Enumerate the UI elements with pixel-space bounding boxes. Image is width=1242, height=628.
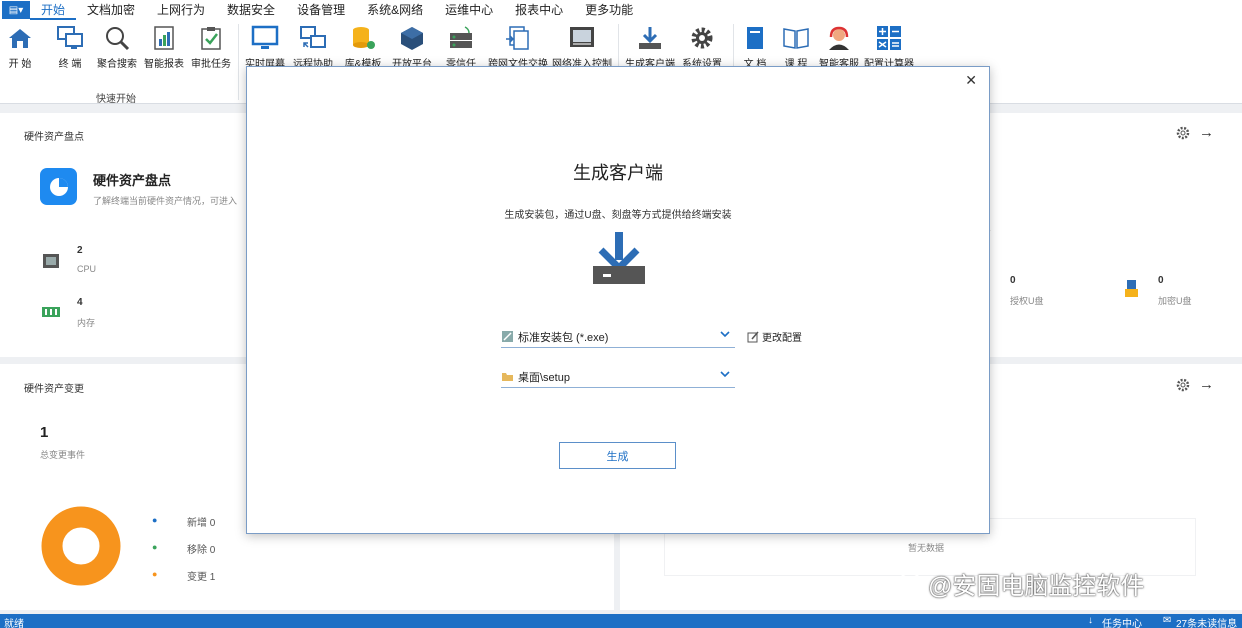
headset-icon [825,24,853,52]
edit-icon [747,331,759,342]
legend-dot-change: ● [152,569,158,579]
no-data-text: 暂无数据 [908,543,945,553]
ribbon-calculator-button[interactable]: 配置计算器 [859,24,919,70]
monitor-icon [251,24,279,52]
status-ready: 就绪 [4,619,24,628]
menu-device-management[interactable]: 设备管理 [286,0,356,20]
arrow-right-icon[interactable]: → [1199,376,1214,393]
database-icon [349,24,377,52]
arrow-right-icon[interactable]: → [1199,124,1214,141]
legend-dot-add: ● [152,515,158,525]
chevron-down-icon [719,368,731,383]
generate-client-dialog: ✕ 生成客户端 生成安装包，通过U盘、刻盘等方式提供给终端安装 标准安装包 (*… [246,66,990,534]
ribbon-generate-client-button[interactable]: 生成客户端 [620,24,680,70]
cpu-label: CPU [77,264,97,274]
menu-report-center[interactable]: 报表中心 [504,0,574,20]
book-icon [741,24,769,52]
calculator-icon [875,24,903,52]
cube-icon [398,24,426,52]
task-center-icon[interactable]: ↓ [1088,615,1093,626]
folder-icon [502,373,513,381]
encrypted-usb-icon [1124,279,1140,302]
menu-more[interactable]: 更多功能 [574,0,644,20]
menu-bar: ▤▾ 开始 文档加密 上网行为 数据安全 设备管理 系统&网络 运维中心 报表中… [0,0,1242,20]
menu-system-network[interactable]: 系统&网络 [356,0,434,20]
monitor-network-icon [56,24,84,52]
output-path-value: 桌面\setup [518,371,570,384]
package-type-select[interactable]: 标准安装包 (*.exe) [501,326,735,348]
memory-icon [41,306,61,321]
remote-desktop-icon [299,24,327,52]
file-transfer-icon [504,24,532,52]
status-bar: 就绪 ↓ 任务中心 ✉ 27条未读信息 [0,614,1242,628]
legend-remove: 移除 0 [187,545,216,556]
package-icon [502,331,513,342]
home-icon [6,24,34,52]
ribbon-approval-button[interactable]: 审批任务 [181,24,241,70]
enc-usb-count: 0 [1158,275,1164,286]
output-path-select[interactable]: 桌面\setup [501,366,735,388]
menu-web-behavior[interactable]: 上网行为 [146,0,216,20]
package-type-value: 标准安装包 (*.exe) [518,331,609,344]
enc-usb-label: 加密U盘 [1158,296,1192,306]
card-title: 硬件资产变更 [24,384,84,395]
pie-chart-icon [40,168,77,205]
total-change-label: 总变更事件 [40,450,86,460]
legend-change: 变更 1 [187,572,216,583]
auth-usb-label: 授权U盘 [1010,296,1044,306]
clipboard-check-icon [197,24,225,52]
chevron-down-icon [719,328,731,343]
ribbon-network-access-button[interactable]: 网络准入控制 [552,24,612,70]
search-icon [103,24,131,52]
ribbon-system-settings-button[interactable]: 系统设置 [672,24,732,70]
app-menu-button[interactable]: ▤▾ [2,1,30,19]
legend-add: 新增 0 [187,518,216,529]
task-center-link[interactable]: 任务中心 [1102,615,1142,628]
close-icon[interactable]: ✕ [965,72,977,89]
ribbon-zero-trust-button[interactable]: 零信任 [431,24,491,70]
report-icon [150,24,178,52]
ribbon-group-label: 快速开始 [96,94,136,105]
menu-doc-encrypt[interactable]: 文档加密 [76,0,146,20]
settings-gear-icon[interactable] [1176,126,1190,143]
menu-start[interactable]: 开始 [30,0,77,20]
legend-dot-remove: ● [152,542,158,552]
menu-ops-center[interactable]: 运维中心 [434,0,504,20]
cpu-icon [42,253,60,272]
network-gateway-icon [568,24,596,52]
cpu-count: 2 [77,245,83,256]
card-title: 硬件资产盘点 [24,132,84,143]
total-change-count: 1 [40,424,49,441]
change-donut-chart [41,506,121,586]
server-icon [447,24,475,52]
memory-label: 内存 [77,318,96,328]
generate-button[interactable]: 生成 [559,442,676,469]
hw-inventory-header: 硬件资产盘点 [93,173,172,188]
edit-config-link[interactable]: 更改配置 [747,329,802,344]
mail-icon: ✉ [1163,615,1172,626]
gear-icon [688,24,716,52]
watermark: @安固电脑监控软件 [896,566,1144,601]
dialog-title: 生成客户端 [573,163,663,183]
unread-messages-link[interactable]: 27条未读信息 [1176,615,1237,628]
download-icon [593,232,645,284]
settings-gear-icon[interactable] [1176,378,1190,395]
watermark-logo-icon [898,571,922,596]
hw-inventory-desc: 了解终端当前硬件资产情况，可进入 [93,196,238,206]
auth-usb-count: 0 [1010,275,1016,286]
ribbon-cross-network-file-button[interactable]: 跨网文件交换 [488,24,548,70]
download-icon [636,24,664,52]
open-book-icon [782,24,810,52]
dialog-subtitle: 生成安装包，通过U盘、刻盘等方式提供给终端安装 [504,210,732,221]
menu-data-security[interactable]: 数据安全 [216,0,286,20]
memory-count: 4 [77,297,83,308]
